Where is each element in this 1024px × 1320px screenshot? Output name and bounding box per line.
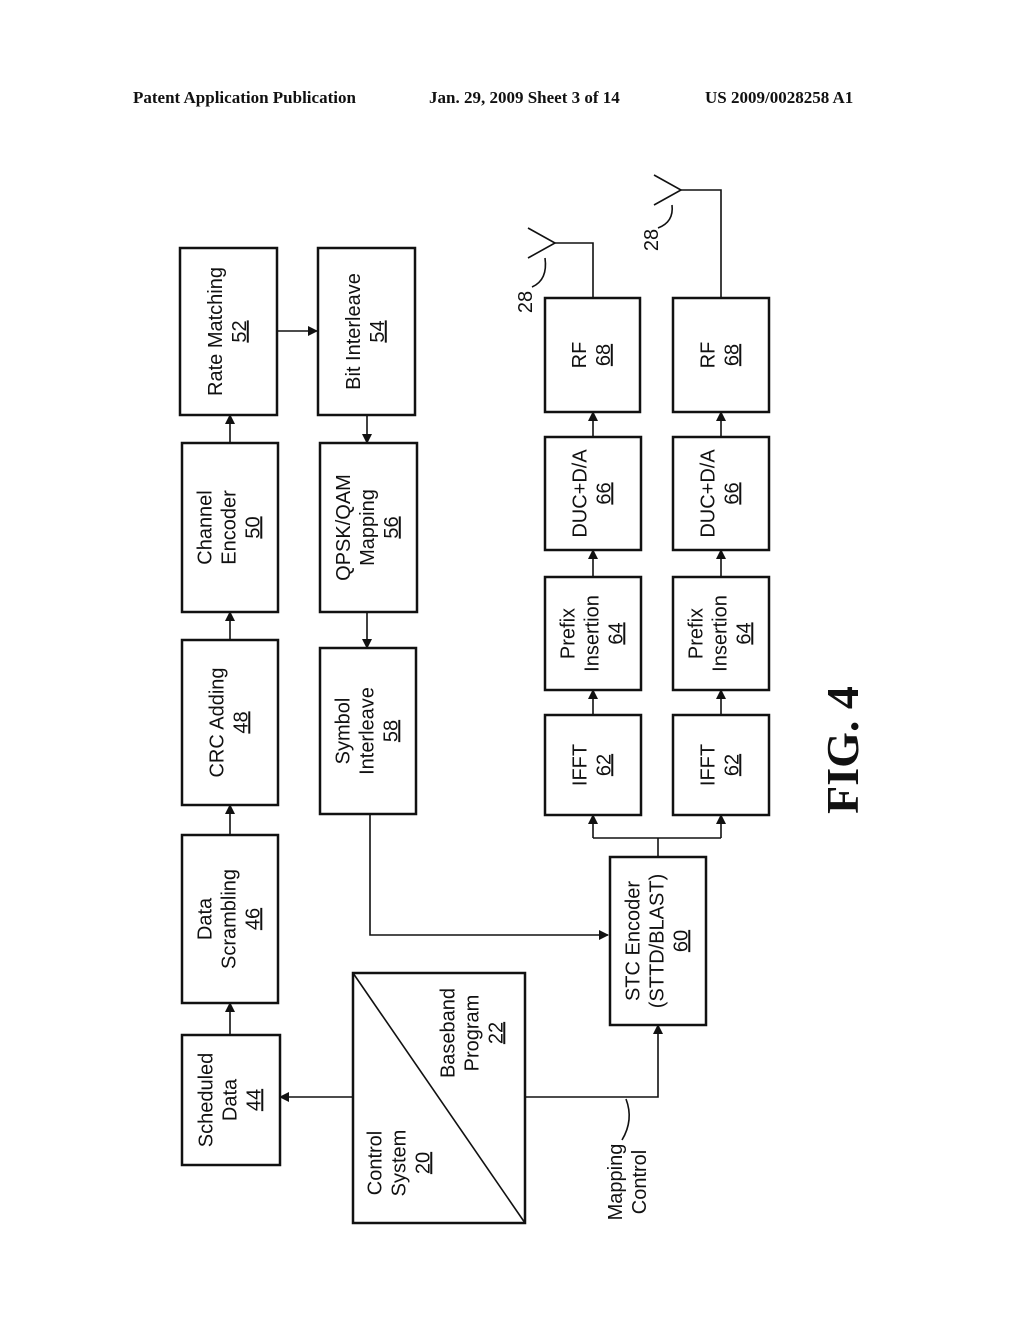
antenna-ref-2: 28: [641, 229, 663, 251]
block-label-line: Rate Matching: [205, 267, 227, 396]
block-rf-2: RF 68: [671, 296, 771, 414]
block-ref-number: 54: [367, 320, 389, 342]
block-ifft-2: IFFT 62: [671, 713, 771, 817]
block-label-line: Data: [219, 1078, 241, 1121]
block-label-line: Prefix: [557, 608, 579, 659]
block-stc-encoder: STC Encoder (STTD/BLAST) 60: [608, 855, 708, 1027]
block-ref-number: 48: [230, 711, 252, 733]
block-ref-number: 46: [242, 908, 264, 930]
block-label-line: Scheduled: [195, 1053, 217, 1148]
antenna-feed-2: [681, 189, 722, 298]
block-label-line: DUC+D/A: [697, 449, 719, 538]
block-ref-number: 20: [412, 1152, 434, 1174]
block-label-line: Symbol: [332, 698, 354, 765]
block-label-line: IFFT: [569, 744, 591, 786]
antenna-icon-2: [653, 174, 683, 206]
block-label-line: Prefix: [685, 608, 707, 659]
block-label-line: Encoder: [218, 490, 240, 565]
block-ref-number: 22: [485, 1022, 507, 1044]
block-ref-number: 68: [593, 344, 615, 366]
block-label-line: Control: [364, 1131, 386, 1195]
block-ref-number: 58: [380, 720, 402, 742]
arrow-58-to-60: [369, 814, 609, 940]
leader-28-2: [657, 204, 674, 229]
block-ref-number: 64: [733, 622, 755, 644]
block-label-line: QPSK/QAM: [333, 474, 355, 581]
block-crc-adding: CRC Adding 48: [180, 638, 280, 807]
block-label-line: Scrambling: [218, 869, 240, 969]
block-label-line: CRC Adding: [206, 667, 228, 777]
block-ifft-1: IFFT 62: [543, 713, 643, 817]
block-rate-matching: Rate Matching 52: [178, 246, 279, 417]
block-data-scrambling: Data Scrambling 46: [180, 833, 280, 1005]
block-label-line: System: [388, 1130, 410, 1197]
block-label-line: Bit Interleave: [343, 273, 365, 390]
block-duc-da-2: DUC+D/A 66: [671, 435, 771, 552]
block-label-line: Data: [194, 897, 216, 940]
antenna-feed-1: [555, 242, 594, 298]
block-label-line: Insertion: [581, 595, 603, 672]
block-ref-number: 52: [229, 320, 251, 342]
block-ref-number: 60: [670, 930, 692, 952]
block-diagram: Scheduled Data 44Data Scrambling 46CRC Addin…: [178, 174, 868, 1225]
leader-mapping-control: [621, 1098, 630, 1141]
block-ref-number: 62: [721, 754, 743, 776]
block-scheduled-data: Scheduled Data 44: [180, 1033, 282, 1167]
block-label-line: Baseband: [437, 988, 459, 1078]
block-ref-number: 62: [593, 754, 615, 776]
block-ref-number: 68: [721, 344, 743, 366]
arrow-mapping-control-to-60: [525, 1024, 663, 1098]
block-label-line: STC Encoder: [622, 881, 644, 1001]
block-label-line: Interleave: [356, 687, 378, 775]
block-label-line: Program: [461, 995, 483, 1072]
leader-28-1: [531, 257, 547, 288]
block-ref-number: 64: [605, 622, 627, 644]
block-label-line: (STTD/BLAST): [646, 874, 668, 1008]
block-bit-interleave: Bit Interleave 54: [316, 246, 417, 417]
block-rf-1: RF 68: [543, 296, 642, 414]
block-prefix-insertion-1: Prefix Insertion 64: [543, 575, 643, 692]
mapping-control-line-2: Control: [629, 1150, 651, 1214]
antenna-ref-1: 28: [515, 291, 537, 313]
block-ref-number: 66: [593, 482, 615, 504]
block-label-line: RF: [697, 342, 719, 369]
antenna-icon-1: [527, 227, 557, 259]
block-label-line: DUC+D/A: [569, 449, 591, 538]
block-prefix-insertion-2: Prefix Insertion 64: [671, 575, 771, 692]
block-label-line: IFFT: [697, 744, 719, 786]
block-ref-number: 66: [721, 482, 743, 504]
block-label-line: Channel: [194, 490, 216, 565]
block-ref-number: 44: [243, 1089, 265, 1111]
block-duc-da-1: DUC+D/A 66: [543, 435, 643, 552]
mapping-control-line-1: Mapping: [605, 1144, 627, 1221]
block-label-line: Insertion: [709, 595, 731, 672]
block-channel-encoder: Channel Encoder 50: [180, 441, 280, 614]
block-ref-number: 56: [381, 516, 403, 538]
block-symbol-interleave: Symbol Interleave 58: [318, 646, 418, 816]
block-qpsk-qam-mapping: QPSK/QAM Mapping 56: [318, 441, 419, 614]
block-ref-number: 50: [242, 516, 264, 538]
block-label-line: Mapping: [357, 489, 379, 566]
figure-label: FIG. 4: [817, 686, 868, 814]
block-label-line: RF: [569, 342, 591, 369]
